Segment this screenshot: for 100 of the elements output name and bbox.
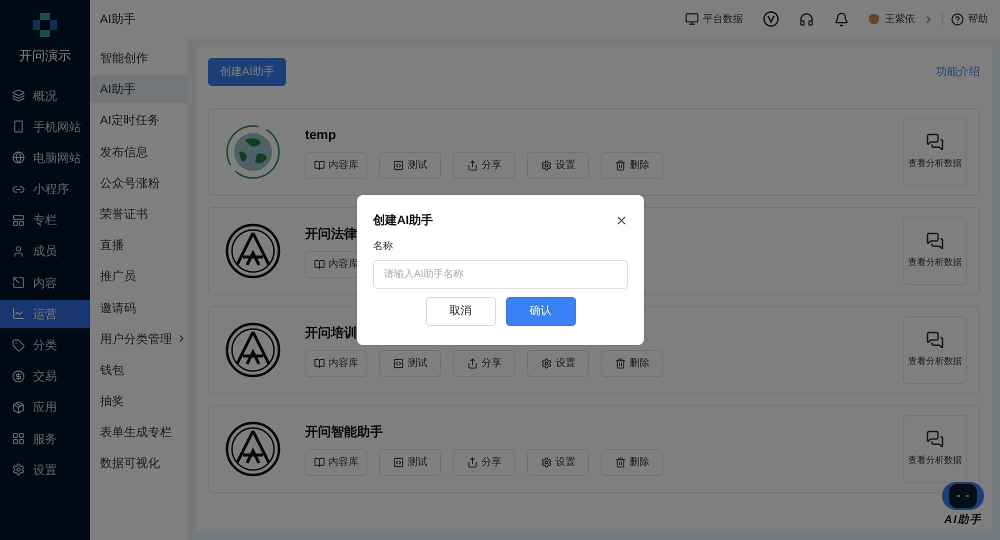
triangle-emblem-logo [225, 322, 281, 378]
page-title: AI助手 [100, 11, 136, 28]
chat-bubbles-icon [926, 232, 944, 250]
nav-icon [12, 307, 25, 320]
nav-icon [12, 151, 25, 164]
v-logo-icon[interactable] [763, 11, 779, 27]
nav-icon [12, 89, 25, 102]
card-action-button[interactable]: 分享 [453, 152, 515, 180]
card-action-button[interactable]: 分享 [453, 350, 515, 378]
book-icon [314, 457, 324, 468]
analytics-button[interactable]: 查看分析数据 [903, 316, 967, 384]
analytics-button[interactable]: 查看分析数据 [903, 118, 967, 186]
code-screen-icon [392, 358, 404, 370]
submenu-item[interactable]: AI助手 [90, 75, 188, 104]
card-action-button[interactable]: 设置 [527, 350, 589, 378]
code-screen-icon [392, 160, 404, 172]
settings-icon [540, 160, 552, 172]
help-icon[interactable] [951, 12, 964, 26]
close-icon[interactable] [615, 214, 628, 226]
card-action-button[interactable]: 测试 [379, 152, 441, 180]
nav-icon [12, 244, 25, 258]
nav-item[interactable]: 运营 [0, 300, 90, 328]
card-action-button[interactable]: 设置 [527, 152, 589, 180]
card-action-button[interactable]: 删除 [601, 350, 663, 378]
card-action-button[interactable]: 测试 [379, 449, 441, 476]
card-action-button[interactable]: 内容库 [305, 350, 367, 378]
create-assistant-button[interactable]: 创建AI助手 [208, 58, 286, 86]
nav-item[interactable]: 概况 [0, 82, 90, 110]
nav-item[interactable]: 专栏 [0, 206, 90, 234]
nav-item[interactable]: 服务 [0, 424, 90, 453]
platform-data-link[interactable]: 平台数据 [703, 12, 743, 26]
submenu-item[interactable]: 智能创作 [90, 44, 188, 72]
submenu-item[interactable]: 推广员 [90, 262, 188, 290]
nav-icon [12, 370, 25, 383]
card-action-button[interactable]: 内容库 [305, 449, 367, 476]
nav-item[interactable]: 交易 [0, 362, 90, 390]
submenu-item[interactable]: 数据可视化 [90, 449, 188, 478]
triangle-emblem-logo [225, 223, 281, 279]
chat-bubbles-icon [926, 430, 944, 448]
nav-icon [12, 400, 25, 414]
nav-item[interactable]: 小程序 [0, 175, 90, 204]
user-name[interactable]: 王紫依 [885, 12, 915, 26]
book-icon [314, 259, 324, 270]
submenu-item[interactable]: 邀请码 [90, 294, 188, 322]
nav-item[interactable]: 手机网站 [0, 112, 90, 141]
headset-icon[interactable] [799, 12, 814, 26]
trash-icon [614, 457, 626, 468]
cancel-button[interactable]: 取消 [426, 297, 496, 326]
code-screen-icon [392, 457, 404, 468]
chat-bubbles-icon [926, 133, 944, 152]
submenu-item[interactable]: 抽奖 [90, 387, 188, 416]
submenu-item[interactable]: 发布信息 [90, 138, 188, 166]
analytics-button[interactable]: 查看分析数据 [903, 415, 967, 483]
chat-bubbles-icon [926, 331, 944, 350]
nav-item[interactable]: 内容 [0, 268, 90, 297]
nav-item[interactable]: 应用 [0, 393, 90, 422]
brand-name: 开问演示 [19, 47, 71, 65]
share-icon [466, 457, 478, 468]
assistant-name: temp [305, 126, 338, 144]
feature-intro-link[interactable]: 功能介绍 [936, 64, 980, 80]
submenu-item[interactable]: AI定时任务 [90, 106, 188, 134]
card-action-button[interactable]: 分享 [453, 449, 515, 476]
submenu-item[interactable]: 钱包 [90, 356, 188, 384]
nav-icon [12, 120, 25, 134]
nav-icon [12, 432, 25, 446]
confirm-button[interactable]: 确认 [506, 297, 576, 326]
submenu-item[interactable]: 用户分类管理 [90, 324, 188, 353]
analytics-button[interactable]: 查看分析数据 [903, 217, 967, 285]
floating-assistant-label[interactable]: AI助手 [944, 512, 982, 528]
submenu-item[interactable]: 荣誉证书 [90, 200, 188, 228]
submenu-item[interactable]: 表单生成专栏 [90, 418, 188, 446]
settings-icon [540, 457, 552, 468]
assistant-name: 开问法律 [305, 224, 358, 243]
triangle-emblem-logo [225, 421, 281, 477]
card-action-button[interactable]: 测试 [379, 350, 441, 378]
card-action-button[interactable]: 内容库 [305, 152, 367, 180]
name-input-field[interactable]: 请输入AI助手名称 [373, 260, 628, 289]
nav-item[interactable]: 电脑网站 [0, 144, 90, 172]
nav-item[interactable]: 成员 [0, 237, 90, 266]
field-label: 名称 [373, 240, 394, 254]
nav-icon [12, 463, 25, 476]
dialog-title: 创建AI助手 [373, 212, 433, 229]
help-link[interactable]: 帮助 [968, 12, 988, 26]
submenu-item[interactable]: 直播 [90, 231, 188, 260]
nav-icon [12, 214, 25, 227]
nav-item[interactable]: 设置 [0, 456, 90, 484]
submenu-item[interactable]: 公众号涨粉 [90, 168, 188, 197]
card-action-button[interactable]: 删除 [601, 449, 663, 476]
nav-item[interactable]: 分类 [0, 331, 90, 359]
card-action-button[interactable]: 设置 [527, 449, 589, 476]
monitor-icon[interactable] [685, 12, 699, 26]
book-icon [314, 358, 324, 370]
nav-icon [12, 276, 25, 290]
share-icon [466, 160, 478, 172]
assistant-name: 开问培训 [305, 324, 358, 342]
globe-logo [225, 124, 281, 180]
brand-logo-icon [32, 12, 58, 38]
card-action-button[interactable]: 删除 [601, 152, 663, 180]
bell-icon[interactable] [834, 12, 849, 26]
book-icon [314, 160, 324, 172]
